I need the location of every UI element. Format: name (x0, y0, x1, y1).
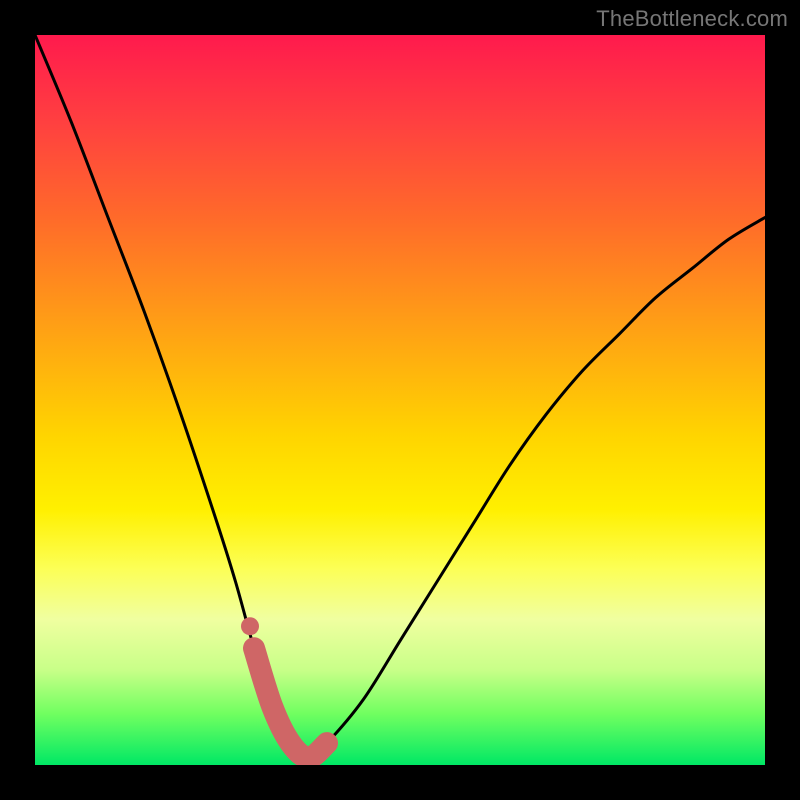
bottleneck-curve (35, 35, 765, 758)
chart-frame: TheBottleneck.com (0, 0, 800, 800)
watermark-text: TheBottleneck.com (596, 6, 788, 32)
optimal-range-highlight (254, 648, 327, 758)
plot-area (35, 35, 765, 765)
curve-svg (35, 35, 765, 765)
optimal-marker-dot (241, 617, 259, 635)
